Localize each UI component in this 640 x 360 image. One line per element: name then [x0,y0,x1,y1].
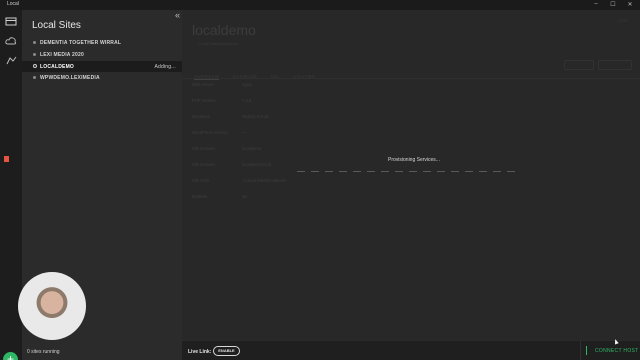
site-detail-panel: localdemo ~/Local Sites/localdemo SITE O… [182,10,640,340]
webcam-overlay [18,272,86,340]
site-tabs: OVERVIEW DATABASE SSL UTILITIES [194,65,324,80]
progress-indicator [297,171,517,172]
cloud-icon[interactable] [5,36,17,46]
site-title: localdemo [192,22,256,38]
site-path: ~/Local Sites/localdemo [196,41,239,46]
sites-icon[interactable] [5,16,17,26]
maximize-button[interactable]: ☐ [608,1,618,8]
add-site-button[interactable]: + [3,352,18,360]
tab-overview[interactable]: OVERVIEW [194,74,220,80]
field-value[interactable]: MySQL 8.0.16 [242,114,322,119]
site-item-dementia-together-wirral[interactable]: DEMENTIA TOGETHER WIRRAL [22,38,182,48]
site-item-localdemo[interactable]: LOCALDEMO Adding... [22,61,182,72]
field-label: Web Server [192,82,215,87]
site-name: LOCALDEMO [40,63,75,70]
admin-button[interactable] [564,60,594,70]
field-label: Multisite [192,194,208,199]
field-label: Site Domain [192,162,215,167]
site-name: DEMENTIA TOGETHER WIRRAL [40,40,122,46]
notice-icon[interactable] [4,156,9,162]
field-label: Database [192,114,210,119]
site-name: LEXI MEDIA 2020 [40,52,84,58]
field-label: PHP Version [192,98,216,103]
site-name: WPWDEMO.LEXIMEDIA [40,75,100,81]
site-top-label: SITE [619,18,628,23]
collapse-sidebar-icon[interactable]: « [175,10,180,20]
footer-divider [580,341,581,360]
field-value: — [242,130,247,135]
provisioning-status: Provisioning Services... [388,157,440,163]
sites-title: Local Sites [32,20,81,31]
open-site-button[interactable] [598,60,632,70]
live-link-label: Live Link: [188,349,212,355]
site-status-dot [33,53,36,56]
enable-live-link-button[interactable]: ENABLE [213,346,240,356]
site-status-dot [33,41,36,44]
addons-icon[interactable] [5,56,17,66]
site-status-text: Adding... [154,63,176,70]
field-value[interactable]: ~/Local Sites/localdemo [242,178,342,183]
site-status-dot [33,76,36,79]
minimize-button[interactable]: – [591,1,601,7]
field-value: No [242,194,248,199]
field-label: Site Domain [192,146,215,151]
connect-host-button[interactable]: CONNECT HOST [595,348,639,354]
sites-running-text: 0 sites running [27,349,60,355]
site-item-wpwdemo-leximedia[interactable]: WPWDEMO.LEXIMEDIA [22,73,182,83]
field-label: WordPress Version [192,130,228,135]
site-loading-icon [32,64,37,68]
field-value[interactable]: localdemo.local [242,162,322,167]
local-app-window: Local – ☐ ✕ + Local Sites « DEMENTIA TOG… [0,0,640,360]
field-value[interactable]: 7.3.5 [242,98,322,103]
field-value[interactable]: localdemo [242,146,322,151]
field-label: Site Path [192,178,209,183]
field-value[interactable]: nginx [242,82,322,87]
site-item-lexi-media-2020[interactable]: LEXI MEDIA 2020 [22,50,182,60]
tabs-divider [182,78,640,79]
close-button[interactable]: ✕ [625,1,635,8]
plug-icon [586,346,590,355]
window-title: Local [7,1,19,7]
footer-bar: Live Link: ENABLE CONNECT HOST [182,340,640,360]
title-bar: Local – ☐ ✕ [0,0,640,10]
